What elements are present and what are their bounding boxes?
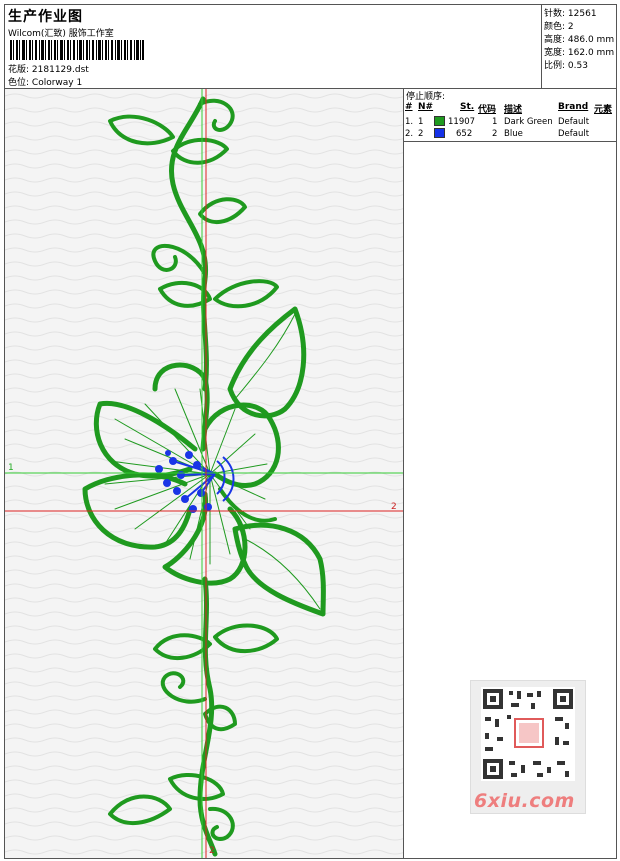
row-index: 2. xyxy=(405,129,414,139)
stamen-dot xyxy=(204,503,212,511)
col-header-brand: Brand xyxy=(558,102,589,112)
row-stitches: 11907 xyxy=(448,117,476,127)
stat-width: 宽度: 162.0 mm xyxy=(544,45,614,58)
stat-width-label: 宽度: xyxy=(544,48,566,58)
page-title: 生产作业图 xyxy=(8,9,83,25)
row-code: 2 xyxy=(492,129,498,139)
row-desc: Dark Green xyxy=(504,117,553,127)
row-code: 1 xyxy=(492,117,498,127)
design-canvas: 1 2 2 xyxy=(5,89,404,858)
design-value: 2181129.dst xyxy=(31,65,89,75)
stop-sequence-title: 停止顺序: xyxy=(406,92,446,102)
stat-height-value: 486.0 mm xyxy=(567,35,615,45)
color-swatch-blue xyxy=(434,128,445,138)
col-header-desc: 描述 xyxy=(504,105,523,115)
guide-label-2-h: 2 xyxy=(391,502,397,512)
stat-colors-label: 颜色: xyxy=(544,22,566,32)
row-desc: Blue xyxy=(504,129,523,139)
panel-divider xyxy=(404,141,617,142)
company-name: Wilcom(汇致) 服饰工作室 xyxy=(8,29,114,39)
row-brand: Default xyxy=(558,129,590,139)
watermark-text: 6xiu.com xyxy=(474,790,575,812)
stamen-dot xyxy=(165,450,171,456)
stat-height-label: 高度: xyxy=(544,35,566,45)
stat-stitches: 针数: 12561 xyxy=(544,6,597,19)
stamen-dot xyxy=(173,487,181,495)
stamen-dot xyxy=(185,451,193,459)
color-label: 色位: xyxy=(8,78,30,88)
embroidery-design xyxy=(5,89,403,858)
col-header-stitches: St. xyxy=(460,102,475,112)
row-n: 1 xyxy=(418,117,424,127)
stat-scale-value: 0.53 xyxy=(567,61,588,71)
color-value: Colorway 1 xyxy=(31,78,83,88)
stat-width-value: 162.0 mm xyxy=(567,48,615,58)
stamen-dot xyxy=(163,479,171,487)
barcode xyxy=(10,40,144,60)
stamen-dot xyxy=(155,465,163,473)
stat-scale-label: 比例: xyxy=(544,61,566,71)
row-brand: Default xyxy=(558,117,590,127)
stamen-dot xyxy=(189,505,197,513)
stat-stitches-value: 12561 xyxy=(567,9,597,19)
col-header-index: # xyxy=(405,102,413,112)
guide-label-2-v: 2 xyxy=(209,846,215,856)
guide-label-1: 1 xyxy=(8,463,14,473)
design-file-line: 花版: 2181129.dst xyxy=(8,62,89,75)
row-index: 1. xyxy=(405,117,414,127)
colorway-line: 色位: Colorway 1 xyxy=(8,75,82,88)
stat-colors: 颜色: 2 xyxy=(544,19,574,32)
stat-stitches-label: 针数: xyxy=(544,9,566,19)
row-stitches: 652 xyxy=(456,129,473,139)
col-header-code: 代码 xyxy=(478,105,497,115)
stat-colors-value: 2 xyxy=(567,22,574,32)
design-stats: 针数: 12561 颜色: 2 高度: 486.0 mm 宽度: 162.0 m… xyxy=(541,4,617,88)
color-swatch-green xyxy=(434,116,445,126)
document-header: 生产作业图 Wilcom(汇致) 服饰工作室 花版: 2181129.dst 色… xyxy=(4,4,542,88)
row-n: 2 xyxy=(418,129,424,139)
qr-code xyxy=(481,687,575,781)
col-header-n: N# xyxy=(418,102,434,112)
design-label: 花版: xyxy=(8,65,30,75)
stat-height: 高度: 486.0 mm xyxy=(544,32,614,45)
col-header-element: 元素 xyxy=(594,105,613,115)
stat-scale: 比例: 0.53 xyxy=(544,58,588,71)
